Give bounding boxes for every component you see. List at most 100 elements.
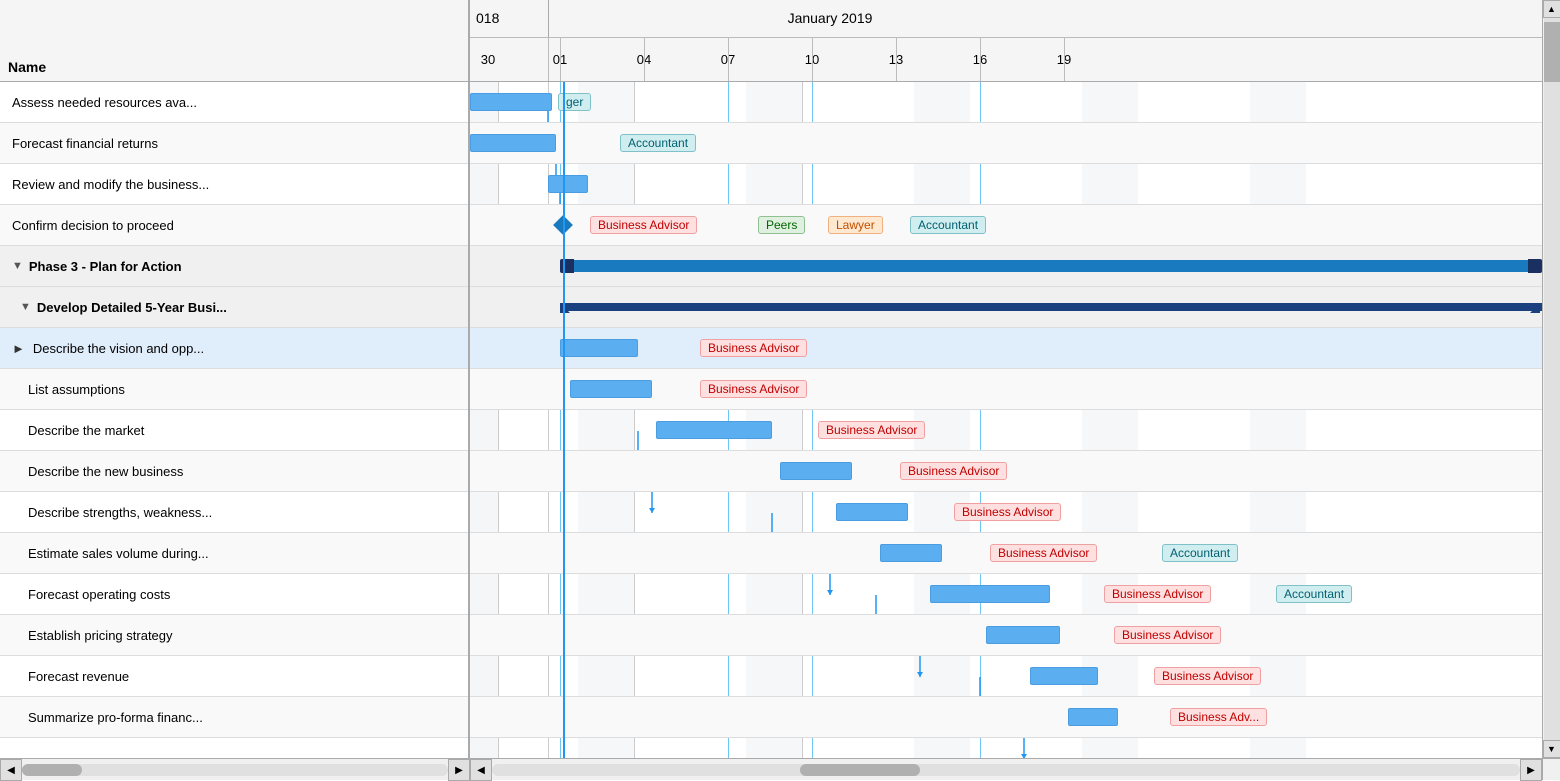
task-bar-14[interactable] [986, 626, 1060, 644]
task-row[interactable]: Describe the market [0, 410, 468, 451]
task-row[interactable]: Confirm decision to proceed [0, 205, 468, 246]
phase-name: Phase 3 - Plan for Action [29, 259, 182, 274]
task-name: Describe the vision and opp... [33, 341, 204, 356]
task-row[interactable]: Forecast operating costs [0, 574, 468, 615]
main-container: Name Assess needed resources ava... Fore… [0, 0, 1560, 780]
sub-phase-header-row[interactable]: ▼ Develop Detailed 5-Year Busi... [0, 287, 468, 328]
gantt-row-3 [470, 164, 1542, 205]
vscroll-thumb[interactable] [1544, 22, 1560, 82]
task-row[interactable]: List assumptions [0, 369, 468, 410]
gantt-header: 018 January 2019 30 01 04 07 10 13 16 19 [470, 0, 1542, 82]
gantt-row-12: Business Advisor Accountant [470, 533, 1542, 574]
scrollbar-corner [1542, 758, 1560, 780]
month-2018-label: 018 [476, 10, 499, 26]
resource-tag-ba-12: Business Advisor [990, 544, 1097, 562]
task-row[interactable]: Forecast revenue [0, 656, 468, 697]
task-row[interactable]: Review and modify the business... [0, 164, 468, 205]
gantt-row-4: Business Advisor Peers Lawyer Accountant [470, 205, 1542, 246]
collapse-icon: ▼ [20, 301, 31, 313]
task-row[interactable]: Establish pricing strategy [0, 615, 468, 656]
task-name: Estimate sales volume during... [28, 546, 209, 561]
resource-tag-accountant-13: Accountant [1276, 585, 1352, 603]
task-row[interactable]: Assess needed resources ava... [0, 82, 468, 123]
task-row[interactable]: Describe strengths, weakness... [0, 492, 468, 533]
task-bar-2[interactable] [470, 134, 556, 152]
right-scrollbar: ▲ ▼ [1542, 0, 1560, 758]
task-name: Summarize pro-forma financ... [28, 710, 203, 725]
resource-tag-ba-14: Business Advisor [1114, 626, 1221, 644]
resource-tag-ba-15: Business Advisor [1154, 667, 1261, 685]
task-bar-9[interactable] [656, 421, 772, 439]
name-column-header: Name [8, 59, 46, 75]
gantt-row-16: Business Adv... [470, 697, 1542, 738]
summary-end-cap [1530, 303, 1540, 313]
resource-tag-ba-4: Business Advisor [590, 216, 697, 234]
task-bar-12[interactable] [880, 544, 942, 562]
scroll-up-button[interactable]: ▲ [1543, 0, 1560, 18]
task-name: List assumptions [28, 382, 125, 397]
task-row[interactable]: Describe the new business [0, 451, 468, 492]
task-row[interactable]: Forecast financial returns [0, 123, 468, 164]
task-row[interactable]: ► Describe the vision and opp... [0, 328, 468, 369]
task-bar-7[interactable] [560, 339, 638, 357]
right-hscroll-thumb[interactable] [800, 764, 920, 776]
task-bar-13[interactable] [930, 585, 1050, 603]
scroll-right-right-button[interactable]: ▶ [1520, 759, 1542, 781]
gantt-days-row: 30 01 04 07 10 13 16 19 [470, 38, 1542, 81]
scroll-down-button[interactable]: ▼ [1543, 740, 1560, 758]
scroll-left-left-button[interactable]: ◀ [0, 759, 22, 781]
gantt-row-8: Business Advisor [470, 369, 1542, 410]
phase-bar-5 [560, 260, 1542, 272]
gantt-row-9: Business Advisor [470, 410, 1542, 451]
scroll-right-left-button[interactable]: ▶ [448, 759, 470, 781]
task-name: Forecast revenue [28, 669, 129, 684]
today-line [563, 82, 565, 758]
task-name: Describe strengths, weakness... [28, 505, 212, 520]
resource-tag-ba-10: Business Advisor [900, 462, 1007, 480]
bottom-row: ◀ ▶ ◀ ▶ [0, 758, 1560, 780]
resource-tag-ba-16: Business Adv... [1170, 708, 1267, 726]
task-bar-10[interactable] [780, 462, 852, 480]
left-bottom-scroll: ◀ ▶ [0, 758, 470, 780]
resource-tag-ba-9: Business Advisor [818, 421, 925, 439]
task-name: Confirm decision to proceed [12, 218, 174, 233]
resource-tag-lawyer-4: Lawyer [828, 216, 883, 234]
task-bar-15[interactable] [1030, 667, 1098, 685]
task-name: Describe the market [28, 423, 144, 438]
task-bar-8[interactable] [570, 380, 652, 398]
task-row[interactable]: Estimate sales volume during... [0, 533, 468, 574]
task-row[interactable]: Summarize pro-forma financ... [0, 697, 468, 738]
task-list: Assess needed resources ava... Forecast … [0, 82, 468, 758]
resource-tag-accountant-4: Accountant [910, 216, 986, 234]
gantt-row-7: Business Advisor [470, 328, 1542, 369]
task-panel-header: Name [0, 0, 468, 82]
gantt-body[interactable]: ger Accountant Business Advisor Peers [470, 82, 1542, 758]
left-hscroll-thumb[interactable] [22, 764, 82, 776]
gantt-row-14: Business Advisor [470, 615, 1542, 656]
task-name: Describe the new business [28, 464, 183, 479]
gantt-row-1: ger [470, 82, 1542, 123]
resource-tag-accountant-12: Accountant [1162, 544, 1238, 562]
task-bar-11[interactable] [836, 503, 908, 521]
right-bottom-scroll: ◀ ▶ [470, 758, 1542, 780]
task-panel: Name Assess needed resources ava... Fore… [0, 0, 470, 758]
phase-bar-end-cap [1528, 259, 1542, 273]
resource-tag-peers-4: Peers [758, 216, 805, 234]
gantt-row-2: Accountant [470, 123, 1542, 164]
left-hscroll-track [22, 764, 448, 776]
gantt-row-10: Business Advisor [470, 451, 1542, 492]
expand-arrow-icon: ► [12, 341, 25, 356]
task-bar-3[interactable] [548, 175, 588, 193]
gantt-panel: 018 January 2019 30 01 04 07 10 13 16 19 [470, 0, 1542, 758]
task-name: Forecast operating costs [28, 587, 170, 602]
scroll-left-right-button[interactable]: ◀ [470, 759, 492, 781]
task-bar-16[interactable] [1068, 708, 1118, 726]
right-hscroll-track [492, 764, 1520, 776]
month-jan2019-label: January 2019 [788, 10, 873, 26]
gantt-row-5-phase [470, 246, 1542, 287]
phase-header-row[interactable]: ▼ Phase 3 - Plan for Action [0, 246, 468, 287]
sub-phase-name: Develop Detailed 5-Year Busi... [37, 300, 227, 315]
summary-start-cap [560, 303, 570, 313]
resource-tag-ba-13: Business Advisor [1104, 585, 1211, 603]
task-bar-1[interactable] [470, 93, 552, 111]
